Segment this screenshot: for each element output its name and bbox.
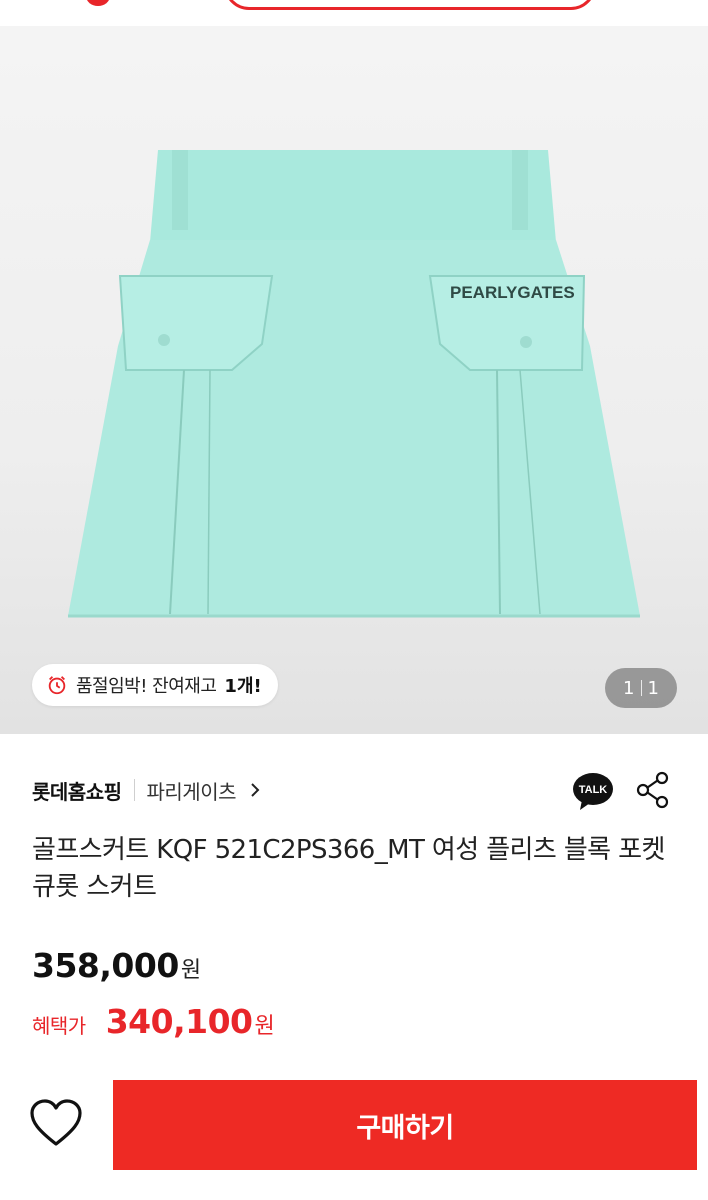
image-pager: 1 1 [605, 668, 677, 708]
talk-label: TALK [579, 784, 608, 796]
benefit-value: 340,100 [105, 1002, 253, 1041]
stock-notice: 품절임박! 잔여재고 [76, 676, 217, 697]
buy-button[interactable]: 구매하기 [113, 1080, 697, 1170]
store-name[interactable]: 롯데홈쇼핑 [32, 776, 122, 805]
bottom-safe-area [0, 1184, 708, 1200]
product-image-carousel[interactable]: PEARLYGATES 품절임박! 잔여재고 1개! 1 1 [0, 26, 708, 734]
kakao-talk-button[interactable]: TALK [572, 770, 614, 812]
pager-total: 1 [647, 677, 659, 699]
store-brand-row: 롯데홈쇼핑 파리게이츠 [32, 772, 262, 808]
top-header [0, 0, 708, 26]
pager-divider [640, 680, 642, 696]
stock-badge: 품절임박! 잔여재고 1개! [32, 664, 278, 706]
store-divider [133, 779, 135, 801]
benefit-unit: 원 [254, 1014, 275, 1039]
share-icon[interactable] [634, 770, 672, 810]
brand-print: PEARLYGATES [450, 283, 575, 302]
benefit-label: 혜택가 [32, 1014, 86, 1038]
brand-link[interactable]: 파리게이츠 [147, 776, 237, 805]
alarm-clock-icon [48, 676, 66, 695]
logo-icon[interactable] [86, 0, 110, 6]
price-value: 358,000 [32, 946, 179, 985]
heart-icon[interactable] [28, 1098, 84, 1150]
product-image: PEARLYGATES [68, 150, 640, 618]
price-unit: 원 [180, 958, 202, 983]
chevron-right-icon[interactable] [248, 783, 262, 797]
benefit-price: 혜택가 340,100 원 [32, 1002, 275, 1041]
product-title: 골프스커트 KQF 521C2PS366_MT 여성 플리츠 블록 포켓 큐롯 … [32, 835, 665, 902]
search-bar[interactable] [224, 0, 596, 10]
original-price: 358,000 원 [32, 946, 201, 985]
pager-current: 1 [623, 677, 635, 699]
stock-count: 1개! [224, 676, 262, 697]
